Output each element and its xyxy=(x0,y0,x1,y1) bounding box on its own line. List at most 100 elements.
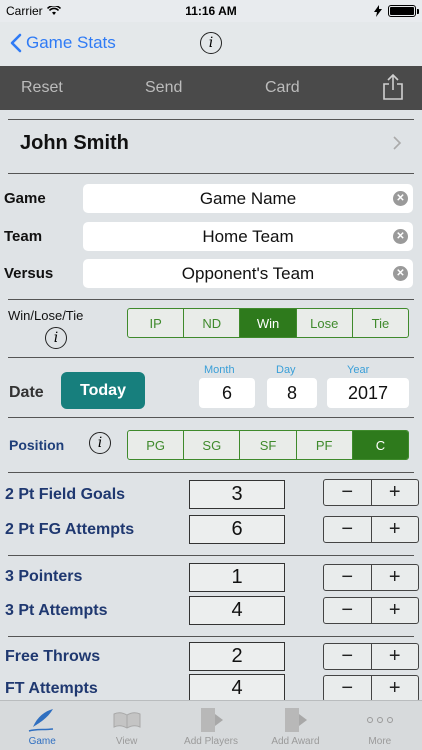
divider xyxy=(8,472,414,473)
segment-pg[interactable]: PG xyxy=(128,431,185,459)
stat-value-field[interactable]: 6 xyxy=(189,515,285,544)
open-book-icon xyxy=(113,712,141,729)
add-award-icon xyxy=(285,708,308,732)
quantity-stepper: − + xyxy=(323,516,419,543)
send-button[interactable]: Send xyxy=(145,79,182,97)
stat-label: FT Attempts xyxy=(5,680,98,697)
add-players-icon xyxy=(201,708,224,732)
team-input[interactable] xyxy=(83,222,413,251)
chevron-left-icon xyxy=(10,33,22,53)
chevron-right-icon[interactable] xyxy=(392,136,402,150)
stat-label: 2 Pt Field Goals xyxy=(5,486,126,503)
versus-label: Versus xyxy=(4,265,54,282)
tab-game[interactable]: Game xyxy=(0,701,84,750)
tab-label: View xyxy=(115,736,138,747)
status-time: 11:16 AM xyxy=(185,4,237,18)
stat-value-field[interactable]: 4 xyxy=(189,674,285,703)
year-field[interactable]: 2017 xyxy=(327,378,409,408)
win-lose-tie-label: Win/Lose/Tie xyxy=(8,308,84,323)
more-dots-icon xyxy=(366,717,393,723)
charging-icon xyxy=(374,5,382,17)
team-label: Team xyxy=(4,228,43,245)
today-button[interactable]: Today xyxy=(61,372,145,409)
tab-label: More xyxy=(368,736,392,747)
status-bar: Carrier 11:16 AM xyxy=(0,0,422,22)
stat-value-field[interactable]: 4 xyxy=(189,596,285,625)
divider xyxy=(8,119,414,120)
toolbar: Reset Send Card xyxy=(0,66,422,110)
month-field[interactable]: 6 xyxy=(199,378,255,408)
stat-value-field[interactable]: 2 xyxy=(189,642,285,671)
info-circle-icon[interactable]: i xyxy=(200,32,222,54)
segment-pf[interactable]: PF xyxy=(297,431,353,459)
info-circle-icon[interactable]: i xyxy=(89,432,111,454)
tab-more[interactable]: More xyxy=(338,701,422,750)
minus-button[interactable]: − xyxy=(324,517,372,542)
segment-nd[interactable]: ND xyxy=(184,309,241,337)
tab-add-award[interactable]: Add Award xyxy=(253,701,337,750)
day-field[interactable]: 8 xyxy=(267,378,317,408)
minus-button[interactable]: − xyxy=(324,644,372,669)
quantity-stepper: − + xyxy=(323,564,419,591)
versus-field[interactable]: ✕ xyxy=(83,259,413,288)
tab-label: Add Players xyxy=(184,736,238,747)
plus-button[interactable]: + xyxy=(372,598,419,623)
back-button-label: Game Stats xyxy=(26,33,116,52)
minus-button[interactable]: − xyxy=(324,676,372,701)
back-button[interactable]: Game Stats xyxy=(10,33,116,53)
player-name[interactable]: John Smith xyxy=(20,132,129,155)
stat-label: Free Throws xyxy=(5,648,101,665)
year-caption: Year xyxy=(347,364,370,376)
quantity-stepper: − + xyxy=(323,675,419,702)
stat-label: 2 Pt FG Attempts xyxy=(5,521,135,538)
quantity-stepper: − + xyxy=(323,643,419,670)
divider xyxy=(8,173,414,174)
plus-button[interactable]: + xyxy=(372,565,419,590)
navigation-bar: Game Stats i xyxy=(0,22,422,66)
game-name-input[interactable] xyxy=(83,184,413,213)
clear-icon[interactable]: ✕ xyxy=(393,191,408,206)
quantity-stepper: − + xyxy=(323,479,419,506)
minus-button[interactable]: − xyxy=(324,598,372,623)
game-form: John Smith Game ✕ Team ✕ Versus ✕ Win/Lo… xyxy=(0,110,422,703)
tab-label: Game xyxy=(28,736,56,747)
tab-label: Add Award xyxy=(271,736,320,747)
quantity-stepper: − + xyxy=(323,597,419,624)
divider xyxy=(8,357,414,358)
tab-view[interactable]: View xyxy=(84,701,168,750)
team-field[interactable]: ✕ xyxy=(83,222,413,251)
position-segmented-control: PG SG SF PF C xyxy=(127,430,409,460)
segment-sg[interactable]: SG xyxy=(184,431,241,459)
plus-button[interactable]: + xyxy=(372,644,419,669)
clear-icon[interactable]: ✕ xyxy=(393,229,408,244)
game-name-field[interactable]: ✕ xyxy=(83,184,413,213)
minus-button[interactable]: − xyxy=(324,480,372,505)
plus-button[interactable]: + xyxy=(372,517,419,542)
date-label: Date xyxy=(9,384,44,401)
segment-win[interactable]: Win xyxy=(240,309,297,337)
plus-button[interactable]: + xyxy=(372,676,419,701)
versus-input[interactable] xyxy=(83,259,413,288)
reset-button[interactable]: Reset xyxy=(21,79,63,97)
segment-sf[interactable]: SF xyxy=(240,431,297,459)
plus-button[interactable]: + xyxy=(372,480,419,505)
tab-add-players[interactable]: Add Players xyxy=(169,701,253,750)
stat-label: 3 Pointers xyxy=(5,568,83,585)
card-button[interactable]: Card xyxy=(265,79,300,97)
stat-label: 3 Pt Attempts xyxy=(5,602,108,619)
segment-c[interactable]: C xyxy=(352,431,408,459)
stat-value-field[interactable]: 3 xyxy=(189,480,285,509)
minus-button[interactable]: − xyxy=(324,565,372,590)
day-caption: Day xyxy=(276,364,296,376)
share-icon[interactable] xyxy=(382,74,404,100)
tab-bar: Game View Add Players Add Award More xyxy=(0,700,422,750)
info-circle-icon[interactable]: i xyxy=(45,327,67,349)
segment-tie[interactable]: Tie xyxy=(353,309,408,337)
segment-lose[interactable]: Lose xyxy=(297,309,353,337)
divider xyxy=(8,636,414,637)
segment-ip[interactable]: IP xyxy=(128,309,185,337)
clear-icon[interactable]: ✕ xyxy=(393,266,408,281)
stat-value-field[interactable]: 1 xyxy=(189,563,285,592)
divider xyxy=(8,417,414,418)
quill-pen-icon xyxy=(28,709,54,732)
